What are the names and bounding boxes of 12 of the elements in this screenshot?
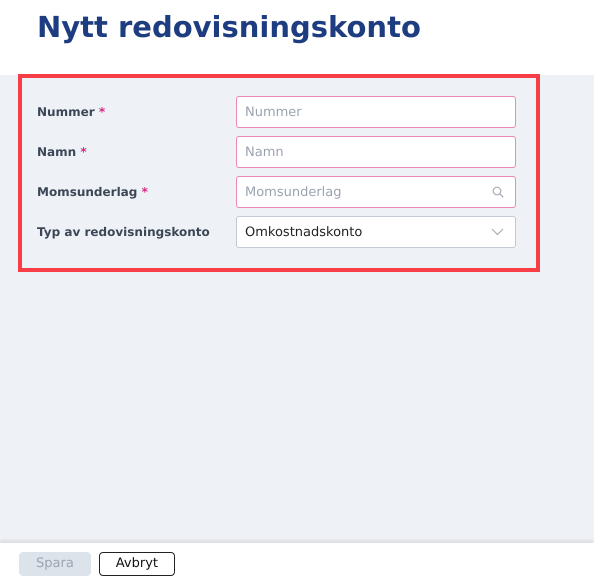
input-field[interactable]: Namn	[236, 136, 516, 168]
field-label: Namn *	[37, 144, 88, 161]
search-icon	[492, 186, 504, 198]
chevron-down-icon	[491, 228, 504, 236]
cancel-button[interactable]: Avbryt	[98, 552, 175, 576]
search-field[interactable]: Momsunderlag	[236, 176, 516, 208]
field-label: Typ av redovisningskonto	[37, 224, 211, 241]
select-field[interactable]: Omkostnadskonto	[236, 216, 516, 248]
field-label: Momsunderlag *	[37, 184, 149, 201]
input-field[interactable]: Nummer	[236, 96, 516, 128]
page-title: Nytt redovisningskonto	[37, 10, 422, 45]
field-label: Nummer *	[37, 104, 106, 121]
